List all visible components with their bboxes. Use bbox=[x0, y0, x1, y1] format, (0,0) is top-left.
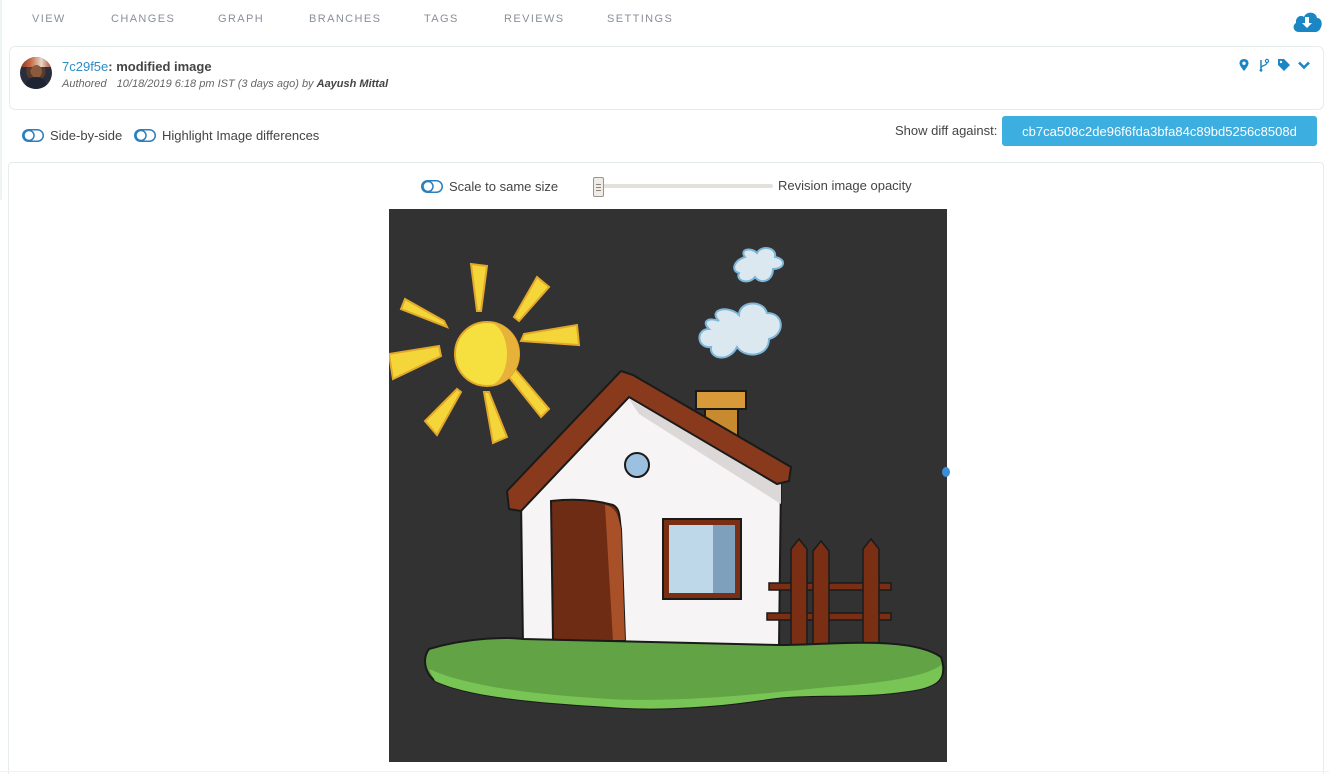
commit-meta: Authored 10/18/2019 6:18 pm IST (3 days a… bbox=[62, 78, 388, 90]
commit-card: 7c29f5e: modified image Authored 10/18/20… bbox=[9, 46, 1324, 110]
toggle-off-icon bbox=[421, 180, 443, 193]
tab-settings[interactable]: SETTINGS bbox=[607, 13, 673, 25]
commit-date: 10/18/2019 6:18 pm IST (3 days ago) by bbox=[116, 78, 317, 90]
diff-against-commit-button[interactable]: cb7ca508c2de96f6fda3bfa84c89bd5256c8508d bbox=[1002, 116, 1317, 146]
smoke-cloud-icon bbox=[698, 247, 784, 359]
tab-view[interactable]: VIEW bbox=[32, 13, 66, 25]
chevron-down-icon[interactable] bbox=[1297, 58, 1311, 72]
tab-graph[interactable]: GRAPH bbox=[218, 13, 264, 25]
show-diff-label: Show diff against: bbox=[895, 123, 998, 138]
avatar[interactable] bbox=[20, 57, 52, 89]
side-by-side-toggle[interactable]: Side-by-side bbox=[22, 128, 122, 143]
opacity-slider[interactable] bbox=[593, 177, 775, 197]
scale-same-size-toggle[interactable]: Scale to same size bbox=[421, 179, 558, 194]
highlight-differences-label: Highlight Image differences bbox=[162, 128, 320, 143]
tab-reviews[interactable]: REVIEWS bbox=[504, 13, 565, 25]
side-by-side-label: Side-by-side bbox=[50, 128, 123, 143]
toggle-off-icon bbox=[134, 129, 156, 142]
slider-thumb[interactable] bbox=[593, 177, 604, 197]
opacity-label: Revision image opacity bbox=[778, 178, 912, 193]
commit-actions bbox=[1237, 58, 1311, 72]
commit-title: 7c29f5e: modified image bbox=[62, 59, 212, 74]
cloud-download-icon[interactable] bbox=[1291, 8, 1323, 34]
revision-image bbox=[389, 209, 947, 762]
divider bbox=[0, 771, 1329, 772]
highlight-differences-toggle[interactable]: Highlight Image differences bbox=[134, 128, 319, 143]
map-marker-icon[interactable] bbox=[1237, 58, 1251, 72]
top-nav: VIEW CHANGES GRAPH BRANCHES TAGS REVIEWS… bbox=[0, 0, 1329, 40]
authored-label: Authored bbox=[62, 78, 107, 90]
commit-author[interactable]: Aayush Mittal bbox=[317, 78, 389, 90]
tab-branches[interactable]: BRANCHES bbox=[309, 13, 381, 25]
fence-icon bbox=[766, 537, 892, 648]
toggle-off-icon bbox=[22, 129, 44, 142]
commit-message: modified image bbox=[116, 59, 212, 74]
image-drag-handle[interactable] bbox=[942, 467, 950, 477]
branch-icon[interactable] bbox=[1257, 58, 1271, 72]
scale-same-size-label: Scale to same size bbox=[449, 179, 559, 194]
tab-changes[interactable]: CHANGES bbox=[111, 13, 175, 25]
slider-track bbox=[597, 184, 773, 188]
tag-icon[interactable] bbox=[1277, 58, 1291, 72]
commit-hash-link[interactable]: 7c29f5e bbox=[62, 59, 108, 74]
tab-tags[interactable]: TAGS bbox=[424, 13, 459, 25]
